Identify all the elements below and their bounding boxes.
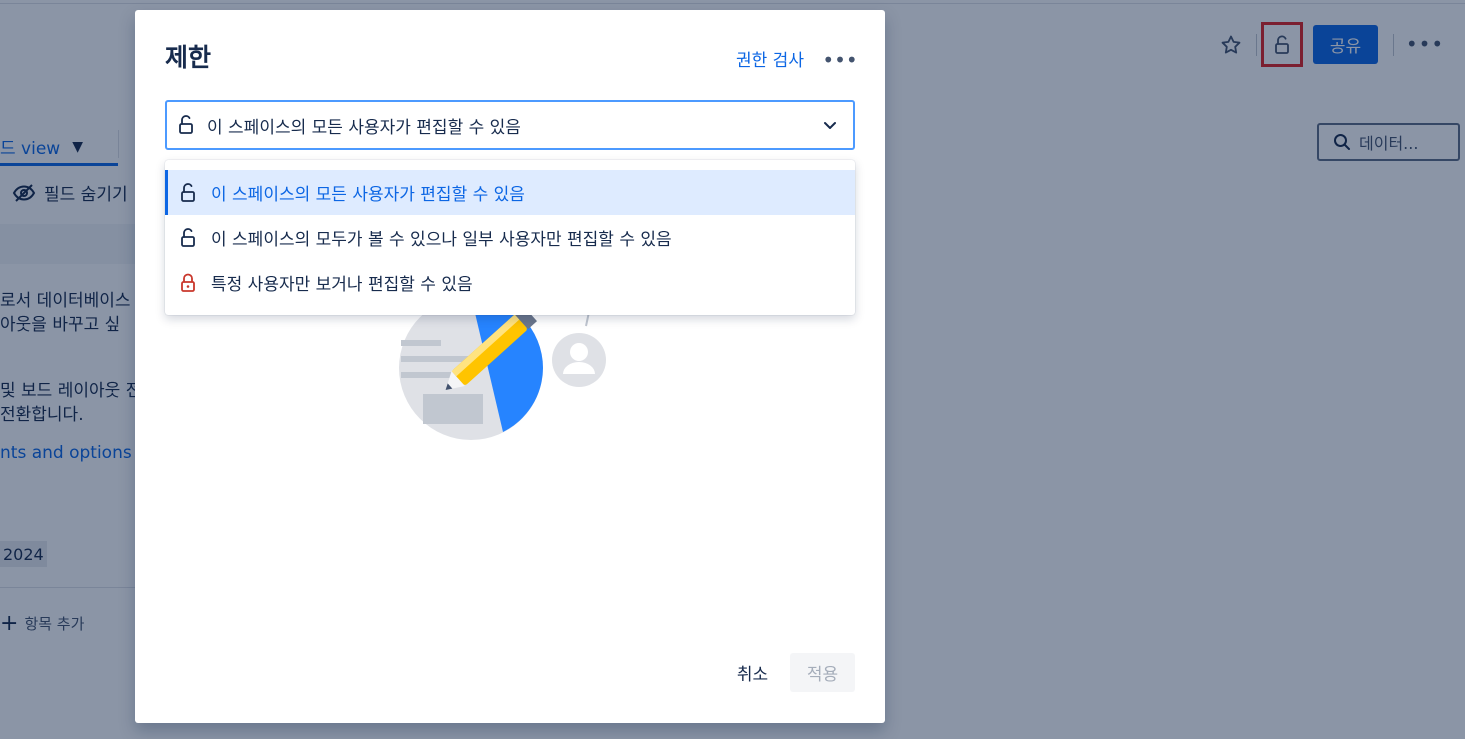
more-horizontal-icon[interactable]: •••: [822, 48, 857, 72]
option-label: 이 스페이스의 모든 사용자가 편집할 수 있음: [211, 185, 525, 205]
permission-check-link[interactable]: 권한 검사: [736, 46, 804, 71]
chevron-down-icon: [821, 116, 839, 134]
option-label: 이 스페이스의 모두가 볼 수 있으나 일부 사용자만 편집할 수 있음: [211, 230, 672, 250]
option-label: 특정 사용자만 보거나 편집할 수 있음: [211, 275, 473, 295]
option-anyone-can-edit[interactable]: 이 스페이스의 모든 사용자가 편집할 수 있음: [165, 170, 855, 215]
unlock-icon: [179, 227, 197, 249]
lock-icon: [179, 272, 197, 294]
restrictions-modal: 제한 권한 검사 ••• 이 스페이스의 모든 사용자가 편집할 수 있음 이 …: [135, 10, 885, 723]
option-some-can-edit[interactable]: 이 스페이스의 모두가 볼 수 있으나 일부 사용자만 편집할 수 있음: [165, 215, 855, 260]
option-specific-users[interactable]: 특정 사용자만 보거나 편집할 수 있음: [165, 260, 855, 305]
restriction-dropdown-menu: 이 스페이스의 모든 사용자가 편집할 수 있음 이 스페이스의 모두가 볼 수…: [165, 160, 855, 315]
cancel-button[interactable]: 취소: [725, 653, 780, 691]
modal-title: 제한: [165, 43, 212, 72]
unlock-icon: [177, 114, 195, 136]
restriction-select[interactable]: 이 스페이스의 모든 사용자가 편집할 수 있음: [165, 100, 855, 150]
apply-button[interactable]: 적용: [790, 653, 855, 692]
unlock-icon: [179, 182, 197, 204]
select-value: 이 스페이스의 모든 사용자가 편집할 수 있음: [207, 117, 521, 138]
